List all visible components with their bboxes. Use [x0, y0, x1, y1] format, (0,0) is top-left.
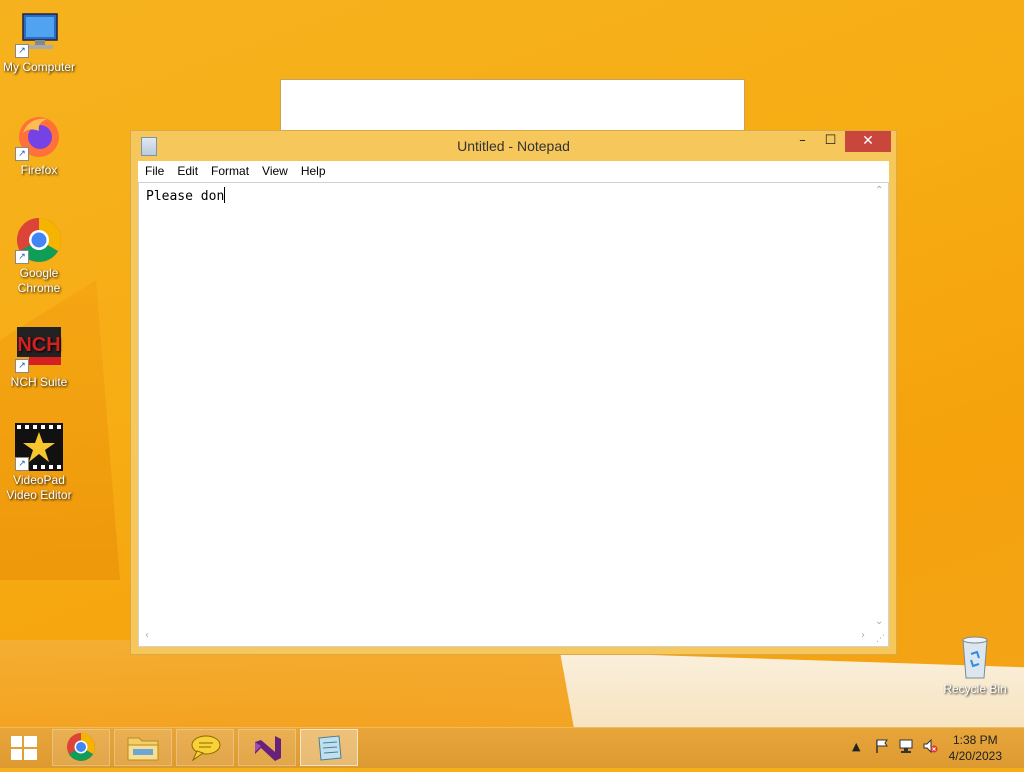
desktop-icon-nch-suite[interactable]: NCH ↗ NCH Suite — [0, 325, 78, 390]
taskbar-speech[interactable] — [176, 729, 234, 766]
desktop-icon-label: My Computer — [2, 60, 76, 74]
start-button[interactable] — [0, 728, 48, 768]
desktop-icon-label: NCH Suite — [10, 375, 68, 389]
desktop-icon-my-computer[interactable]: ↗ My Computer — [0, 10, 78, 75]
visual-studio-icon — [255, 736, 281, 761]
chrome-icon — [67, 733, 95, 761]
background-window — [280, 79, 745, 132]
firefox-icon: ↗ — [15, 113, 63, 161]
shortcut-arrow-icon: ↗ — [15, 147, 29, 161]
my-computer-icon: ↗ — [15, 10, 63, 58]
clock-date: 4/20/2023 — [948, 749, 1002, 763]
menu-edit[interactable]: Edit — [170, 161, 204, 178]
text-caret — [224, 187, 226, 203]
taskbar-notepad[interactable] — [300, 729, 358, 766]
shortcut-arrow-icon: ↗ — [15, 457, 29, 471]
title-bar[interactable]: Untitled - Notepad – ☐ ✕ — [131, 131, 896, 161]
menu-format[interactable]: Format — [204, 161, 255, 178]
menu-bar: File Edit Format View Help — [138, 161, 889, 183]
scroll-up-icon[interactable]: ⌃ — [875, 185, 883, 196]
shortcut-arrow-icon: ↗ — [15, 250, 29, 264]
recycle-bin-icon — [951, 632, 999, 680]
svg-text:NCH: NCH — [17, 334, 60, 356]
clock-time: 1:38 PM — [952, 733, 998, 747]
vertical-scrollbar[interactable]: ⌃ ⌄ — [871, 183, 888, 629]
network-icon[interactable] — [898, 738, 914, 757]
nch-suite-icon: NCH ↗ — [15, 325, 63, 373]
menu-view[interactable]: View — [255, 161, 294, 178]
windows-logo-icon — [11, 736, 37, 760]
chrome-icon: ↗ — [15, 216, 63, 264]
taskbar-chrome[interactable] — [52, 729, 110, 766]
videopad-icon: ↗ — [15, 423, 63, 471]
taskbar-visual-studio[interactable] — [238, 729, 296, 766]
scroll-right-icon[interactable]: › — [861, 630, 865, 641]
system-clock[interactable]: 1:38 PM 4/20/2023 — [949, 732, 1002, 764]
desktop-icon-label: Firefox — [20, 163, 58, 177]
minimize-button[interactable]: – — [789, 131, 816, 152]
scroll-down-icon[interactable]: ⌄ — [875, 616, 883, 627]
notepad-window[interactable]: Untitled - Notepad – ☐ ✕ File Edit Format V… — [130, 130, 897, 655]
close-button[interactable]: ✕ — [845, 131, 891, 152]
desktop-icon-google-chrome[interactable]: ↗ Google Chrome — [0, 216, 78, 296]
desktop-icon-firefox[interactable]: ↗ Firefox — [0, 113, 78, 178]
desktop-icon-label: Recycle Bin — [943, 682, 1007, 696]
speech-bubble-icon — [191, 735, 221, 762]
maximize-button[interactable]: ☐ — [817, 131, 844, 152]
taskbar-file-explorer[interactable] — [114, 729, 172, 766]
horizontal-scrollbar[interactable]: ‹ › — [139, 629, 871, 646]
notepad-icon — [318, 735, 342, 761]
volume-muted-icon[interactable] — [922, 738, 938, 757]
desktop-icon-label: Google Chrome — [17, 266, 61, 295]
text-area[interactable]: Please don ⌃ ⌄ ‹ › ⋰ — [138, 182, 889, 647]
taskbar: ▲ 1:38 PM 4/20/2023 — [0, 727, 1024, 768]
desktop-icon-label: VideoPad Video Editor — [6, 473, 72, 502]
window-title: Untitled - Notepad — [457, 138, 570, 154]
action-center-flag-icon[interactable] — [874, 738, 890, 757]
shortcut-arrow-icon: ↗ — [15, 359, 29, 373]
desktop-icon-videopad[interactable]: ↗ VideoPad Video Editor — [0, 423, 78, 503]
folder-icon — [127, 737, 159, 761]
scroll-left-icon[interactable]: ‹ — [145, 630, 149, 641]
menu-file[interactable]: File — [138, 161, 170, 178]
resize-grip-icon[interactable]: ⋰ — [876, 634, 886, 644]
document-text: Please don — [146, 189, 225, 204]
desktop-icon-recycle-bin[interactable]: Recycle Bin — [936, 632, 1014, 697]
show-hidden-icons-icon[interactable]: ▲ — [852, 740, 860, 753]
shortcut-arrow-icon: ↗ — [15, 44, 29, 58]
menu-help[interactable]: Help — [294, 161, 332, 178]
